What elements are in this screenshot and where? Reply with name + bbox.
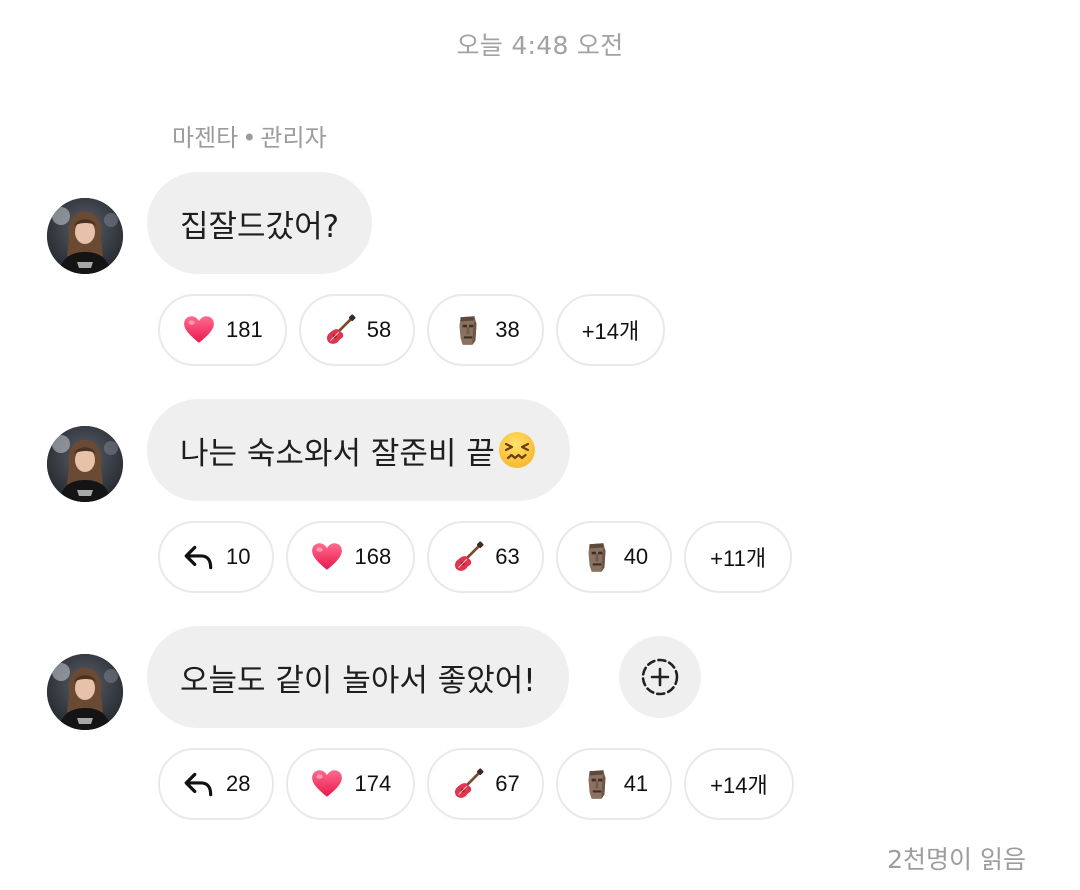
- moai-icon: [451, 313, 485, 347]
- message-text: 나는 숙소와서 잘준비 끝: [180, 435, 495, 472]
- reaction-moai[interactable]: 41: [555, 748, 673, 820]
- avatar-image: [47, 654, 123, 730]
- moai-icon: [580, 767, 614, 801]
- reaction-bar: 181 58 38 +14개: [158, 294, 666, 366]
- reaction-heart[interactable]: 174: [286, 748, 416, 820]
- message-bubble[interactable]: 오늘도 같이 놀아서 좋았어!: [147, 626, 569, 728]
- reaction-count: 38: [495, 317, 520, 342]
- sender-role: 관리자: [260, 124, 327, 152]
- reaction-count: 181: [226, 317, 263, 342]
- sender-name: 마젠타: [172, 124, 239, 152]
- reaction-count: 67: [495, 771, 520, 796]
- sender-avatar[interactable]: [47, 426, 123, 502]
- reply-count-button[interactable]: 28: [158, 748, 275, 820]
- heart-icon: [310, 767, 344, 801]
- reply-count: 28: [226, 771, 251, 796]
- more-reactions-label: +14개: [710, 773, 768, 798]
- guitar-icon: [451, 540, 485, 574]
- reply-count: 10: [226, 544, 251, 569]
- guitar-icon: [451, 767, 485, 801]
- sender-avatar[interactable]: [47, 654, 123, 730]
- reaction-count: 41: [623, 771, 649, 796]
- add-reaction-button[interactable]: [619, 636, 701, 718]
- reaction-count: 174: [354, 771, 392, 796]
- avatar-image: [47, 426, 123, 502]
- reaction-bar: 28 174 67 41 +14개: [158, 748, 794, 820]
- reply-icon: [182, 540, 216, 574]
- reaction-moai[interactable]: 38: [427, 294, 544, 366]
- reaction-moai[interactable]: 40: [555, 521, 673, 593]
- sender-label: 마젠타 • 관리자: [172, 118, 327, 153]
- moai-icon: [580, 540, 614, 574]
- message-bubble[interactable]: 집잘드갔어?: [147, 172, 373, 274]
- more-reactions-button[interactable]: +14개: [684, 748, 794, 820]
- confounded-face-icon: [498, 432, 535, 468]
- reaction-heart[interactable]: 168: [286, 521, 416, 593]
- add-reaction-icon: [641, 658, 679, 696]
- reaction-bar: 10 168 63 40 +11개: [158, 521, 793, 593]
- more-reactions-button[interactable]: +11개: [684, 521, 793, 593]
- message-text: 집잘드갔어?: [180, 208, 340, 245]
- message-bubble[interactable]: 나는 숙소와서 잘준비 끝: [147, 399, 570, 501]
- reaction-count: 58: [366, 317, 392, 342]
- heart-icon: [310, 540, 344, 574]
- message-text: 오늘도 같이 놀아서 좋았어!: [180, 662, 536, 699]
- more-reactions-label: +11개: [710, 546, 767, 571]
- reaction-count: 168: [354, 544, 392, 569]
- sender-avatar[interactable]: [47, 198, 123, 274]
- message-timestamp: 오늘 4:48 오전: [456, 31, 624, 60]
- more-reactions-label: +14개: [581, 319, 640, 344]
- more-reactions-button[interactable]: +14개: [555, 294, 666, 366]
- reaction-count: 40: [623, 544, 649, 569]
- reply-icon: [182, 767, 216, 801]
- sender-separator: •: [242, 124, 257, 152]
- read-count: 2천명이 읽음: [887, 845, 1026, 874]
- guitar-icon: [323, 313, 357, 347]
- reply-count-button[interactable]: 10: [158, 521, 275, 593]
- reaction-guitar[interactable]: 63: [427, 521, 544, 593]
- avatar-image: [47, 198, 123, 274]
- heart-icon: [182, 313, 216, 347]
- reaction-count: 63: [495, 544, 520, 569]
- reaction-guitar[interactable]: 58: [298, 294, 416, 366]
- reaction-heart[interactable]: 181: [158, 294, 287, 366]
- reaction-guitar[interactable]: 67: [427, 748, 544, 820]
